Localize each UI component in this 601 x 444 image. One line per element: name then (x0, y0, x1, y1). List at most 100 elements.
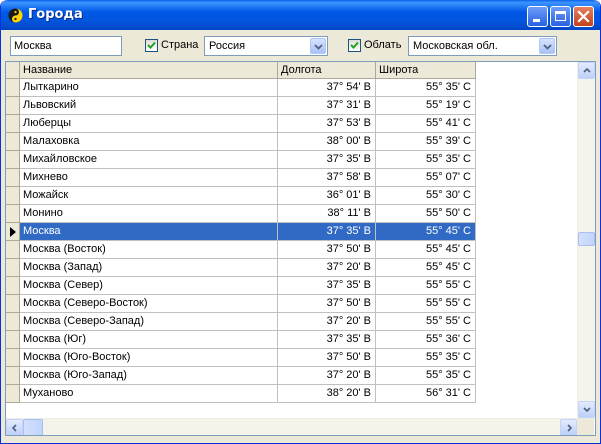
country-select[interactable]: Россия (204, 36, 328, 56)
row-indicator[interactable] (6, 223, 20, 241)
column-header-longitude[interactable]: Долгота (278, 62, 376, 79)
table-row[interactable]: Москва 37° 35' В 55° 45' С (6, 223, 476, 241)
country-checkbox[interactable] (145, 39, 158, 52)
table-row[interactable]: Львовский 37° 31' В 55° 19' С (6, 97, 476, 115)
cell-latitude[interactable]: 55° 07' С (376, 169, 476, 187)
cell-longitude[interactable]: 38° 20' В (278, 385, 376, 403)
table-row[interactable]: Москва (Северо-Восток) 37° 50' В 55° 55' С (6, 295, 476, 313)
cell-name[interactable]: Москва (Юго-Восток) (20, 349, 278, 367)
table-row[interactable]: Муханово 38° 20' В 56° 31' С (6, 385, 476, 403)
cell-longitude[interactable]: 37° 20' В (278, 313, 376, 331)
country-checkbox-label[interactable]: Страна (161, 39, 198, 51)
cell-name[interactable]: Львовский (20, 97, 278, 115)
vertical-scroll-thumb[interactable] (578, 232, 595, 246)
cell-latitude[interactable]: 55° 35' С (376, 79, 476, 97)
row-indicator[interactable] (6, 349, 20, 367)
row-indicator[interactable] (6, 187, 20, 205)
table-row[interactable]: Лыткарино 37° 54' В 55° 35' С (6, 79, 476, 97)
cell-latitude[interactable]: 55° 36' С (376, 331, 476, 349)
scroll-up-button[interactable] (578, 62, 595, 79)
cell-name[interactable]: Люберцы (20, 115, 278, 133)
table-row[interactable]: Москва (Север) 37° 35' В 55° 55' С (6, 277, 476, 295)
close-button[interactable] (573, 6, 594, 27)
cell-longitude[interactable]: 37° 35' В (278, 151, 376, 169)
cell-name[interactable]: Малаховка (20, 133, 278, 151)
cell-longitude[interactable]: 37° 58' В (278, 169, 376, 187)
cell-name[interactable]: Можайск (20, 187, 278, 205)
cell-latitude[interactable]: 56° 31' С (376, 385, 476, 403)
row-indicator[interactable] (6, 367, 20, 385)
cell-latitude[interactable]: 55° 50' С (376, 205, 476, 223)
cell-latitude[interactable]: 55° 35' С (376, 349, 476, 367)
table-row[interactable]: Монино 38° 11' В 55° 50' С (6, 205, 476, 223)
cell-longitude[interactable]: 37° 50' В (278, 349, 376, 367)
row-indicator[interactable] (6, 331, 20, 349)
cell-name[interactable]: Москва (Северо-Восток) (20, 295, 278, 313)
cell-longitude[interactable]: 37° 50' В (278, 295, 376, 313)
row-indicator[interactable] (6, 385, 20, 403)
cell-longitude[interactable]: 37° 35' В (278, 223, 376, 241)
cell-name[interactable]: Михнево (20, 169, 278, 187)
row-indicator[interactable] (6, 313, 20, 331)
cell-latitude[interactable]: 55° 55' С (376, 295, 476, 313)
row-indicator[interactable] (6, 241, 20, 259)
row-indicator[interactable] (6, 133, 20, 151)
row-indicator[interactable] (6, 97, 20, 115)
cell-longitude[interactable]: 38° 00' В (278, 133, 376, 151)
cell-latitude[interactable]: 55° 30' С (376, 187, 476, 205)
cell-latitude[interactable]: 55° 35' С (376, 151, 476, 169)
table-row[interactable]: Москва (Юго-Восток) 37° 50' В 55° 35' С (6, 349, 476, 367)
column-header-name[interactable]: Название (20, 62, 278, 79)
country-select-dropdown-button[interactable] (310, 38, 326, 54)
column-header-latitude[interactable]: Широта (376, 62, 476, 79)
row-indicator[interactable] (6, 259, 20, 277)
row-indicator[interactable] (6, 295, 20, 313)
cell-latitude[interactable]: 55° 55' С (376, 277, 476, 295)
cell-name[interactable]: Москва (Юго-Запад) (20, 367, 278, 385)
table-row[interactable]: Москва (Восток) 37° 50' В 55° 45' С (6, 241, 476, 259)
cell-name[interactable]: Москва (Север) (20, 277, 278, 295)
cell-name[interactable]: Москва (Восток) (20, 241, 278, 259)
region-checkbox-label[interactable]: Облать (364, 39, 401, 51)
cell-name[interactable]: Москва (Запад) (20, 259, 278, 277)
row-indicator[interactable] (6, 277, 20, 295)
cell-name[interactable]: Муханово (20, 385, 278, 403)
vertical-scrollbar[interactable] (577, 62, 595, 418)
cell-name[interactable]: Москва (20, 223, 278, 241)
cell-latitude[interactable]: 55° 19' С (376, 97, 476, 115)
table-row[interactable]: Михайловское 37° 35' В 55° 35' С (6, 151, 476, 169)
cell-latitude[interactable]: 55° 45' С (376, 241, 476, 259)
region-select-dropdown-button[interactable] (539, 38, 555, 54)
cell-name[interactable]: Москва (Юг) (20, 331, 278, 349)
row-indicator[interactable] (6, 79, 20, 97)
cell-name[interactable]: Москва (Северо-Запад) (20, 313, 278, 331)
cell-longitude[interactable]: 37° 35' В (278, 331, 376, 349)
scroll-left-button[interactable] (6, 419, 23, 435)
cell-latitude[interactable]: 55° 45' С (376, 223, 476, 241)
region-select[interactable]: Московская обл. (408, 36, 557, 56)
cell-latitude[interactable]: 55° 55' С (376, 313, 476, 331)
cell-latitude[interactable]: 55° 45' С (376, 259, 476, 277)
cell-longitude[interactable]: 37° 20' В (278, 259, 376, 277)
cell-longitude[interactable]: 36° 01' В (278, 187, 376, 205)
table-row[interactable]: Михнево 37° 58' В 55° 07' С (6, 169, 476, 187)
title-bar[interactable]: Города (1, 0, 600, 30)
cell-name[interactable]: Монино (20, 205, 278, 223)
cell-longitude[interactable]: 38° 11' В (278, 205, 376, 223)
cell-latitude[interactable]: 55° 39' С (376, 133, 476, 151)
cell-longitude[interactable]: 37° 20' В (278, 367, 376, 385)
cell-name[interactable]: Лыткарино (20, 79, 278, 97)
minimize-button[interactable] (527, 6, 548, 27)
table-row[interactable]: Малаховка 38° 00' В 55° 39' С (6, 133, 476, 151)
row-indicator[interactable] (6, 205, 20, 223)
region-checkbox[interactable] (348, 39, 361, 52)
table-row[interactable]: Люберцы 37° 53' В 55° 41' С (6, 115, 476, 133)
cell-longitude[interactable]: 37° 35' В (278, 277, 376, 295)
table-row[interactable]: Москва (Юг) 37° 35' В 55° 36' С (6, 331, 476, 349)
horizontal-scroll-thumb[interactable] (23, 419, 43, 435)
city-search-input[interactable] (10, 36, 122, 56)
cell-latitude[interactable]: 55° 41' С (376, 115, 476, 133)
row-indicator[interactable] (6, 169, 20, 187)
table-row[interactable]: Москва (Юго-Запад) 37° 20' В 55° 35' С (6, 367, 476, 385)
table-row[interactable]: Москва (Северо-Запад) 37° 20' В 55° 55' С (6, 313, 476, 331)
